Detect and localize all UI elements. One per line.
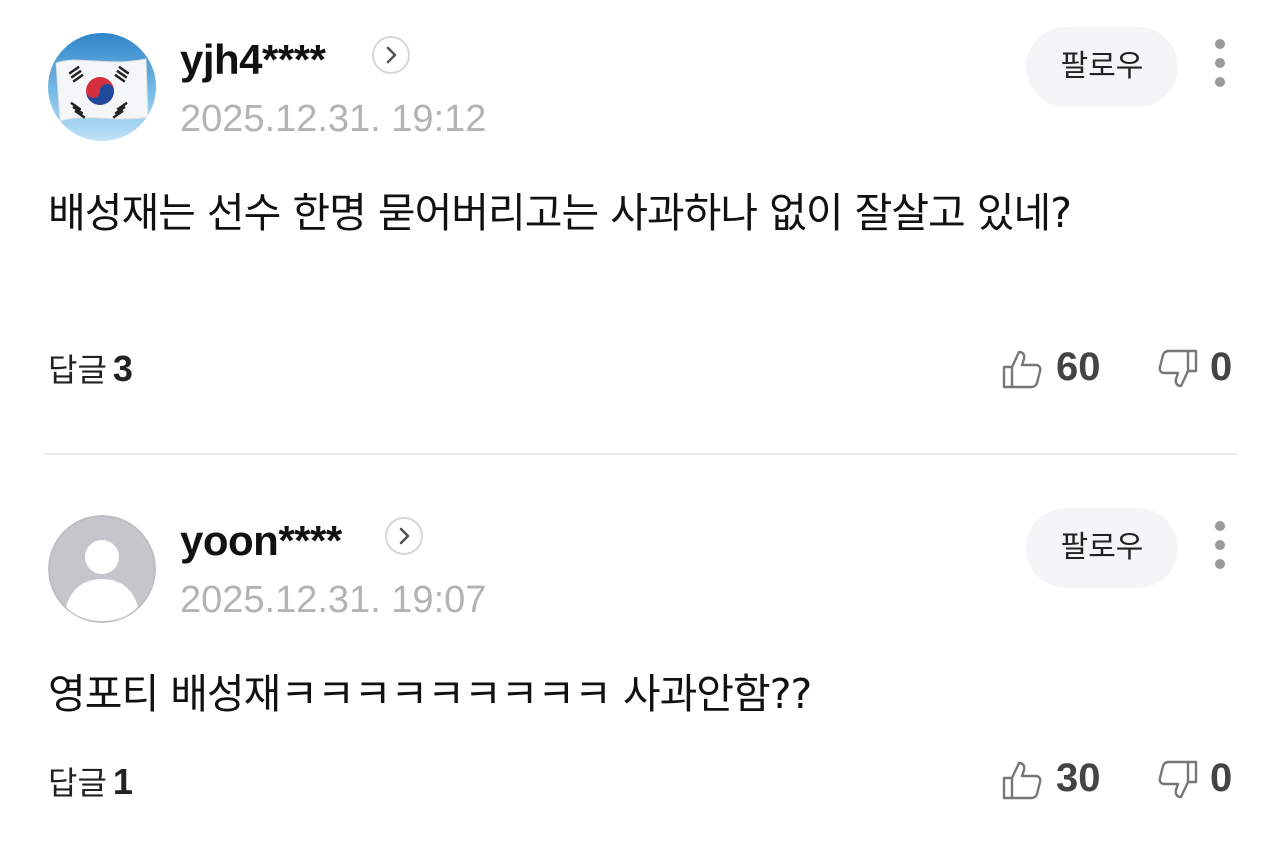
korean-flag-avatar-icon: [48, 33, 156, 141]
comment-item: yjh4**** 2025.12.31. 19:12 팔로우 배성재는 선수 한…: [0, 0, 1280, 450]
thumbs-up-icon: [1000, 758, 1044, 802]
thumbs-down-icon: [1156, 758, 1200, 802]
username[interactable]: yjh4****: [180, 36, 326, 84]
user-avatar[interactable]: [48, 515, 156, 623]
comment-text: 배성재는 선수 한명 묻어버리고는 사과하나 없이 잘살고 있네?: [48, 189, 1072, 237]
reply-count: 3: [112, 348, 133, 389]
profile-chevron-button[interactable]: [372, 36, 410, 74]
dislike-count: 0: [1210, 756, 1233, 800]
reply-button[interactable]: 답글 1: [48, 762, 133, 803]
more-vertical-icon: [1215, 39, 1225, 87]
user-avatar[interactable]: [48, 33, 156, 141]
reply-label: 답글: [48, 351, 107, 389]
comment-date: 2025.12.31. 19:12: [180, 98, 487, 140]
dislike-count: 0: [1210, 345, 1233, 389]
more-options-button[interactable]: [1200, 33, 1240, 93]
chevron-right-icon: [399, 527, 410, 545]
thumbs-down-icon: [1156, 347, 1200, 391]
follow-button[interactable]: 팔로우: [1026, 508, 1178, 588]
follow-button[interactable]: 팔로우: [1026, 27, 1178, 107]
chevron-right-icon: [386, 46, 397, 64]
like-count: 30: [1056, 756, 1101, 800]
comment-text: 영포티 배성재ㅋㅋㅋㅋㅋㅋㅋㅋㅋ 사과안함??: [48, 670, 812, 718]
reply-button[interactable]: 답글 3: [48, 349, 133, 390]
reply-count: 1: [112, 761, 133, 802]
comment-date: 2025.12.31. 19:07: [180, 579, 487, 621]
profile-chevron-button[interactable]: [385, 517, 423, 555]
more-options-button[interactable]: [1200, 515, 1240, 575]
more-vertical-icon: [1215, 521, 1225, 569]
comment-item: yoon**** 2025.12.31. 19:07 팔로우 영포티 배성재ㅋㅋ…: [0, 455, 1280, 849]
reply-label: 답글: [48, 764, 107, 802]
default-person-avatar-icon: [48, 515, 156, 623]
like-count: 60: [1056, 345, 1101, 389]
thumbs-up-icon: [1000, 347, 1044, 391]
username[interactable]: yoon****: [180, 517, 342, 565]
